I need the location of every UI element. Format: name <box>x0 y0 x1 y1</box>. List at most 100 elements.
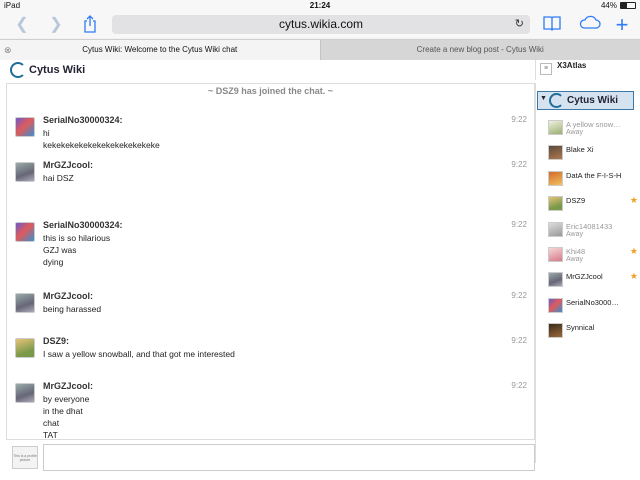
message-line: TAT <box>43 430 58 440</box>
back-icon[interactable]: ❮ <box>12 15 32 35</box>
message-username[interactable]: SerialNo30000324: <box>43 220 123 230</box>
avatar[interactable] <box>15 338 35 358</box>
chat-log[interactable]: ~ DSZ9 has joined the chat. ~ SerialNo30… <box>6 83 535 440</box>
user-list-item[interactable]: DSZ9 ★ <box>548 194 640 212</box>
message-body: this is so hilarious GZJ was dying <box>43 232 110 268</box>
avatar <box>548 297 563 313</box>
chat-header: Cytus Wiki ≡ X3Atlas <box>0 60 640 80</box>
user-list-item[interactable]: A yellow snow… Away <box>548 118 640 136</box>
avatar[interactable] <box>15 117 35 137</box>
chat-input-row: This is a profile picture <box>6 441 535 473</box>
logo-ring-icon <box>10 62 26 78</box>
message-username[interactable]: SerialNo30000324: <box>43 115 123 125</box>
tab-blog-post[interactable]: Create a new blog post - Cytus Wiki <box>319 40 640 60</box>
message-line: hi <box>43 128 50 138</box>
avatar <box>548 272 563 288</box>
message-time: 9:22 <box>511 336 527 345</box>
user-name: Eric14081433 <box>566 221 613 231</box>
battery-icon <box>620 2 636 9</box>
moderator-star-icon: ★ <box>629 271 638 282</box>
user-status: Away <box>566 256 583 263</box>
message-time: 9:22 <box>511 291 527 300</box>
icloud-tabs-icon[interactable] <box>578 15 602 35</box>
avatar[interactable] <box>15 293 35 313</box>
user-list: ▼ Cytus Wiki A yellow snow… Away Blake Xi D… <box>535 83 640 463</box>
message-body: by everyone in the dhat chat TAT <box>43 393 89 440</box>
user-list-title: Cytus Wiki <box>567 95 619 106</box>
battery-percent: 44% <box>600 1 617 10</box>
avatar[interactable] <box>15 383 35 403</box>
user-status: Away <box>566 129 583 136</box>
status-right: 44% <box>601 1 636 10</box>
reload-icon[interactable]: ↻ <box>515 15 524 34</box>
logo-text: Cytus Wiki <box>29 64 86 76</box>
user-name: Blake Xi <box>566 145 594 155</box>
user-name: A yellow snow… <box>566 120 621 129</box>
tab-title: Create a new blog post - Cytus Wiki <box>416 45 544 54</box>
message-body: I saw a yellow snowball, and that got me… <box>43 348 235 360</box>
message-time: 9:22 <box>511 160 527 169</box>
browser-toolbar: ❮ ❯ cytus.wikia.com ↻ + <box>0 12 640 38</box>
clock: 21:24 <box>309 1 331 10</box>
bookmarks-icon[interactable] <box>542 15 562 35</box>
new-tab-icon[interactable]: + <box>612 14 632 36</box>
avatar[interactable] <box>15 222 35 242</box>
user-name: Synnical <box>566 323 595 333</box>
message-body: hai DSZ <box>43 172 74 184</box>
user-list-item[interactable]: Khi48 Away ★ <box>548 245 640 263</box>
share-icon[interactable] <box>80 15 100 35</box>
moderator-star-icon: ★ <box>629 246 638 256</box>
page-content: Cytus Wiki ≡ X3Atlas ~ DSZ9 has joined t… <box>0 60 640 480</box>
message-line: chat <box>43 418 60 428</box>
avatar <box>548 120 563 135</box>
message-time: 9:22 <box>511 381 527 390</box>
message-line: GZJ was <box>43 245 77 255</box>
message-line: in the dhat <box>43 406 83 416</box>
collapse-arrow-icon[interactable]: ▼ <box>540 95 547 102</box>
menu-icon[interactable]: ≡ <box>540 63 552 75</box>
user-list-item[interactable]: DatA the F-I-S-H <box>548 169 640 187</box>
url-text: cytus.wikia.com <box>278 17 364 31</box>
user-list-header[interactable]: ▼ Cytus Wiki <box>537 91 634 110</box>
message-username[interactable]: MrGZJcool: <box>43 160 93 170</box>
user-name: MrGZJcool <box>566 272 603 282</box>
address-bar[interactable]: cytus.wikia.com ↻ <box>112 15 530 34</box>
message-username[interactable]: MrGZJcool: <box>43 381 93 391</box>
message-line: I saw a yellow snowball, and that got me… <box>43 349 235 359</box>
current-user-name[interactable]: X3Atlas <box>557 61 586 70</box>
forward-icon[interactable]: ❯ <box>46 15 66 35</box>
user-list-item[interactable]: Blake Xi <box>548 143 640 161</box>
tab-title: Cytus Wiki: Welcome to the Cytus Wiki ch… <box>82 45 238 54</box>
user-name: Khi48 <box>566 247 586 256</box>
user-name: DSZ9 <box>566 196 586 206</box>
user-list-item[interactable]: SerialNo3000… <box>548 296 640 314</box>
user-name: SerialNo3000… <box>566 297 619 307</box>
user-list-item[interactable]: Eric14081433 Away <box>548 220 640 238</box>
tab-bar: ⊗ Cytus Wiki: Welcome to the Cytus Wiki … <box>0 39 640 60</box>
status-bar: iPad 21:24 44% <box>0 0 640 12</box>
message-line: kekekekekekekekekekekekeke <box>43 140 160 150</box>
tab-chat[interactable]: ⊗ Cytus Wiki: Welcome to the Cytus Wiki … <box>0 40 320 60</box>
user-name: DatA the F-I-S-H <box>566 170 622 180</box>
avatar <box>548 247 563 262</box>
wiki-logo[interactable]: Cytus Wiki <box>10 62 85 78</box>
close-tab-icon[interactable]: ⊗ <box>4 40 12 60</box>
avatar <box>548 323 563 339</box>
message-time: 9:22 <box>511 220 527 229</box>
user-list-item[interactable]: Synnical <box>548 321 640 339</box>
avatar <box>548 170 563 186</box>
message-username[interactable]: MrGZJcool: <box>43 291 93 301</box>
message-line: being harassed <box>43 304 102 314</box>
message-line: dying <box>43 257 64 267</box>
avatar[interactable] <box>15 162 35 182</box>
moderator-star-icon: ★ <box>629 195 638 206</box>
join-notice: ~ DSZ9 has joined the chat. ~ <box>207 86 334 96</box>
avatar <box>548 221 563 237</box>
user-list-item[interactable]: MrGZJcool ★ <box>548 270 640 288</box>
message-line: this is so hilarious <box>43 233 111 243</box>
avatar <box>548 196 563 212</box>
chat-input[interactable] <box>43 444 535 471</box>
message-username[interactable]: DSZ9: <box>43 336 69 346</box>
message-body: hi kekekekekekekekekekekekeke <box>43 127 160 151</box>
current-user-area: ≡ X3Atlas <box>535 60 640 80</box>
